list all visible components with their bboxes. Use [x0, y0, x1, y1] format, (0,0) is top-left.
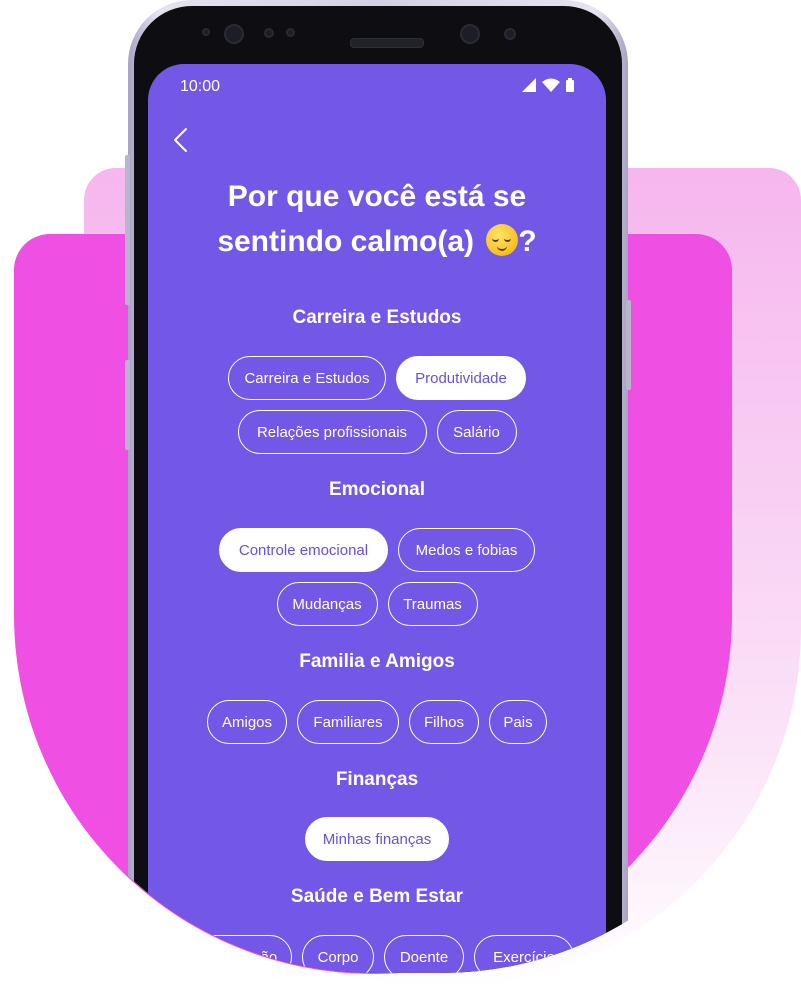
chip-mudancas[interactable]: Mudanças [276, 582, 378, 626]
chip-filhos[interactable]: Filhos [409, 700, 479, 744]
chip-row: Mudanças Traumas [148, 582, 606, 626]
title-question-mark: ? [518, 225, 537, 258]
earpiece-speaker [350, 38, 424, 48]
chip-carreira-estudos[interactable]: Carreira e Estudos [228, 356, 386, 400]
status-bar: 10:00 [148, 64, 606, 108]
title-line-2: sentindo calmo(a) [217, 225, 475, 258]
chip-salario[interactable]: Salário [436, 410, 517, 454]
status-time: 10:00 [180, 78, 221, 95]
battery-icon [566, 78, 574, 92]
status-icons [522, 78, 574, 92]
title-line-1: Por que você está se [227, 180, 527, 213]
phone-bezel: 10:00 Por que você está se sentindo calm… [134, 6, 622, 973]
section-title-familia: Familia e Amigos [299, 651, 455, 672]
chip-corpo[interactable]: Corpo [302, 935, 374, 973]
front-camera-icon [460, 24, 480, 44]
phone-mask: 10:00 Por que você está se sentindo calm… [14, 0, 801, 973]
chip-exercicio[interactable]: Exercício [474, 935, 574, 973]
section-title-financas: Finanças [335, 769, 419, 790]
chip-pais[interactable]: Pais [489, 700, 547, 744]
sensor-dot-icon [286, 28, 295, 37]
chip-row: Relações profissionais Salário [148, 410, 606, 454]
power-button [626, 300, 631, 390]
chip-row: Amigos Familiares Filhos Pais [148, 700, 606, 744]
chevron-left-icon [174, 128, 187, 152]
chip-produtividade[interactable]: Produtividade [396, 356, 526, 400]
chip-familiares[interactable]: Familiares [297, 700, 399, 744]
section-title-carreira: Carreira e Estudos [292, 307, 462, 328]
section-title-emocional: Emocional [328, 479, 426, 500]
chip-row: Carreira e Estudos Produtividade [148, 356, 606, 400]
sensor-dot-icon [202, 28, 210, 36]
sensor-dot-icon [504, 28, 516, 40]
chip-alimentacao[interactable]: Alimentação [180, 935, 292, 973]
wifi-icon [542, 78, 560, 92]
chip-controle-emocional[interactable]: Controle emocional [219, 528, 388, 572]
chip-medos-fobias[interactable]: Medos e fobias [398, 528, 535, 572]
chip-row: Controle emocional Medos e fobias [148, 528, 606, 572]
chip-minhas-financas[interactable]: Minhas finanças [305, 817, 449, 861]
chip-row: Alimentação Corpo Doente Exercício [148, 935, 606, 973]
front-camera-icon [224, 24, 244, 44]
chip-row: Minhas finanças [148, 817, 606, 861]
page-title: Por que você está se sentindo calmo(a) ? [168, 174, 586, 264]
back-button[interactable] [170, 126, 194, 154]
signal-icon [522, 78, 536, 92]
app-screen: 10:00 Por que você está se sentindo calm… [148, 64, 606, 973]
phone-clip: 10:00 Por que você está se sentindo calm… [0, 0, 801, 987]
chip-relacoes-profissionais[interactable]: Relações profissionais [237, 410, 427, 454]
chip-amigos[interactable]: Amigos [207, 700, 287, 744]
chip-doente[interactable]: Doente [384, 935, 464, 973]
sensor-dot-icon [264, 28, 274, 38]
phone-frame: 10:00 Por que você está se sentindo calm… [125, 0, 631, 973]
section-title-saude: Saúde e Bem Estar [290, 886, 464, 907]
side-button-left [125, 360, 130, 450]
chip-traumas[interactable]: Traumas [387, 582, 478, 626]
relieved-face-icon [486, 224, 519, 256]
volume-button [125, 155, 130, 305]
